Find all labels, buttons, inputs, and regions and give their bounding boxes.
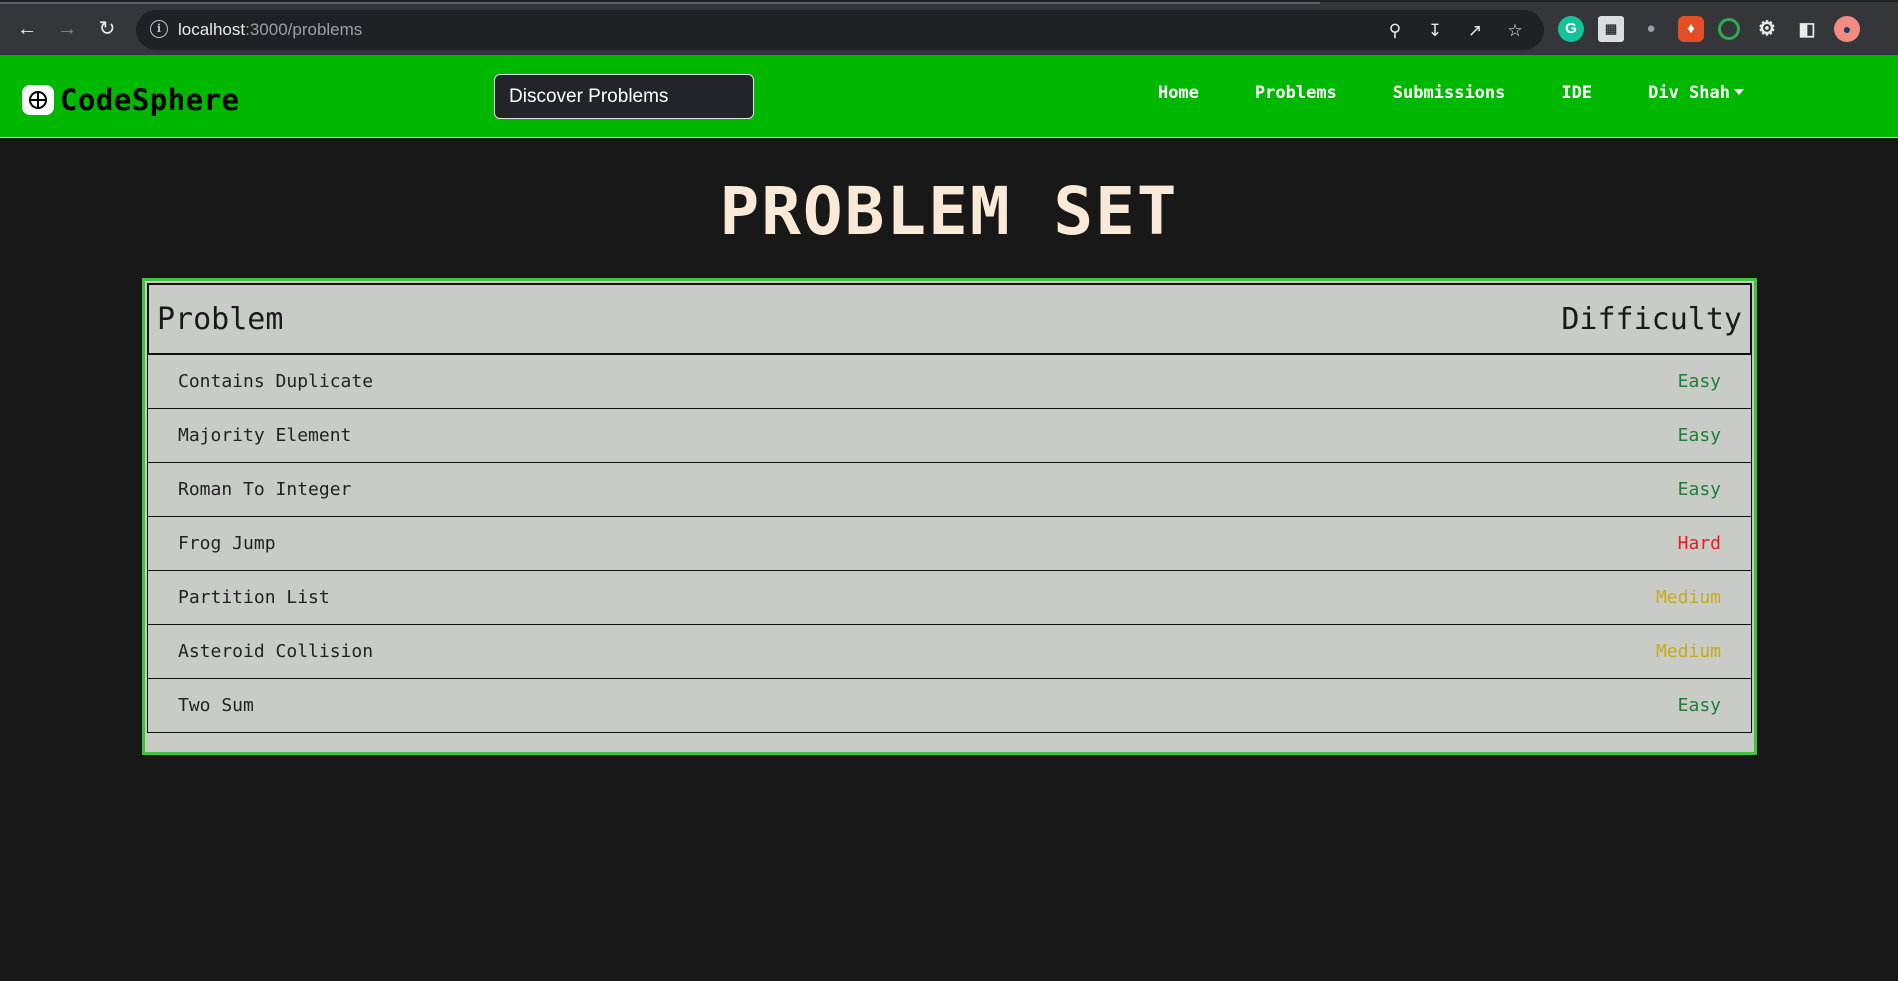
brand-name: CodeSphere xyxy=(60,83,240,117)
table-row[interactable]: Asteroid Collision Medium xyxy=(147,625,1752,679)
tab-strip-edge xyxy=(0,2,1320,4)
difficulty-label: Hard xyxy=(1677,533,1721,554)
pen-extension-icon[interactable]: ● xyxy=(1638,16,1664,42)
back-arrow-icon[interactable]: ← xyxy=(12,14,42,44)
app-navbar: CodeSphere Discover Problems Home Proble… xyxy=(0,55,1898,138)
brand[interactable]: CodeSphere xyxy=(22,83,240,117)
difficulty-label: Easy xyxy=(1677,695,1721,716)
share-icon[interactable]: ↗ xyxy=(1464,20,1486,42)
grammarly-extension-icon[interactable]: G xyxy=(1558,16,1584,42)
nav-link-problems[interactable]: Problems xyxy=(1255,83,1337,103)
difficulty-label: Easy xyxy=(1677,425,1721,446)
profile-avatar[interactable]: ● xyxy=(1834,16,1860,42)
nav-link-home[interactable]: Home xyxy=(1158,83,1199,103)
forward-arrow-icon[interactable]: → xyxy=(52,14,82,44)
url-host: localhost xyxy=(178,20,246,39)
red-extension-icon[interactable]: ♦ xyxy=(1678,16,1704,42)
table-row[interactable]: Roman To Integer Easy xyxy=(147,463,1752,517)
table-row[interactable]: Majority Element Easy xyxy=(147,409,1752,463)
table-row[interactable]: Contains Duplicate Easy xyxy=(147,355,1752,409)
side-panel-icon[interactable]: ◧ xyxy=(1794,16,1820,42)
ring-extension-icon[interactable] xyxy=(1718,18,1740,40)
globe-logo-icon xyxy=(22,85,54,115)
column-header-problem: Problem xyxy=(157,301,284,337)
problem-name[interactable]: Frog Jump xyxy=(178,533,276,554)
bookmark-star-icon[interactable]: ☆ xyxy=(1504,20,1526,42)
address-bar[interactable]: i localhost:3000/problems ⚲ ↧ ↗ ☆ xyxy=(136,10,1544,50)
key-icon[interactable]: ⚲ xyxy=(1384,20,1406,42)
user-menu-dropdown[interactable]: Div Shah xyxy=(1648,83,1744,103)
problem-name[interactable]: Asteroid Collision xyxy=(178,641,373,662)
difficulty-label: Easy xyxy=(1677,479,1721,500)
nav-link-submissions[interactable]: Submissions xyxy=(1393,83,1506,103)
discover-problems-input[interactable]: Discover Problems xyxy=(494,74,754,119)
problem-name[interactable]: Contains Duplicate xyxy=(178,371,373,392)
browser-toolbar: ← → ↻ i localhost:3000/problems ⚲ ↧ ↗ ☆ … xyxy=(0,0,1898,55)
address-url[interactable]: localhost:3000/problems xyxy=(178,20,362,40)
problem-name[interactable]: Roman To Integer xyxy=(178,479,351,500)
reload-icon[interactable]: ↻ xyxy=(92,14,122,44)
column-header-difficulty: Difficulty xyxy=(1561,301,1742,337)
problem-table: Problem Difficulty Contains Duplicate Ea… xyxy=(142,278,1757,755)
problem-name[interactable]: Partition List xyxy=(178,587,330,608)
table-header: Problem Difficulty xyxy=(147,283,1752,355)
difficulty-label: Easy xyxy=(1677,371,1721,392)
table-row[interactable]: Frog Jump Hard xyxy=(147,517,1752,571)
problem-name[interactable]: Two Sum xyxy=(178,695,254,716)
install-app-icon[interactable]: ↧ xyxy=(1424,20,1446,42)
extensions-puzzle-icon[interactable]: ⚙ xyxy=(1754,16,1780,42)
nav-links: Home Problems Submissions IDE Div Shah xyxy=(1158,83,1744,103)
nav-link-ide[interactable]: IDE xyxy=(1561,83,1592,103)
difficulty-label: Medium xyxy=(1655,641,1721,662)
difficulty-label: Medium xyxy=(1655,587,1721,608)
url-path: :3000/problems xyxy=(245,20,363,39)
table-row[interactable]: Partition List Medium xyxy=(147,571,1752,625)
bars-extension-icon[interactable]: ▦ xyxy=(1598,16,1624,42)
problem-name[interactable]: Majority Element xyxy=(178,425,351,446)
site-info-icon[interactable]: i xyxy=(150,20,168,38)
table-row[interactable]: Two Sum Easy xyxy=(147,679,1752,733)
page-title: PROBLEM SET xyxy=(719,173,1179,250)
